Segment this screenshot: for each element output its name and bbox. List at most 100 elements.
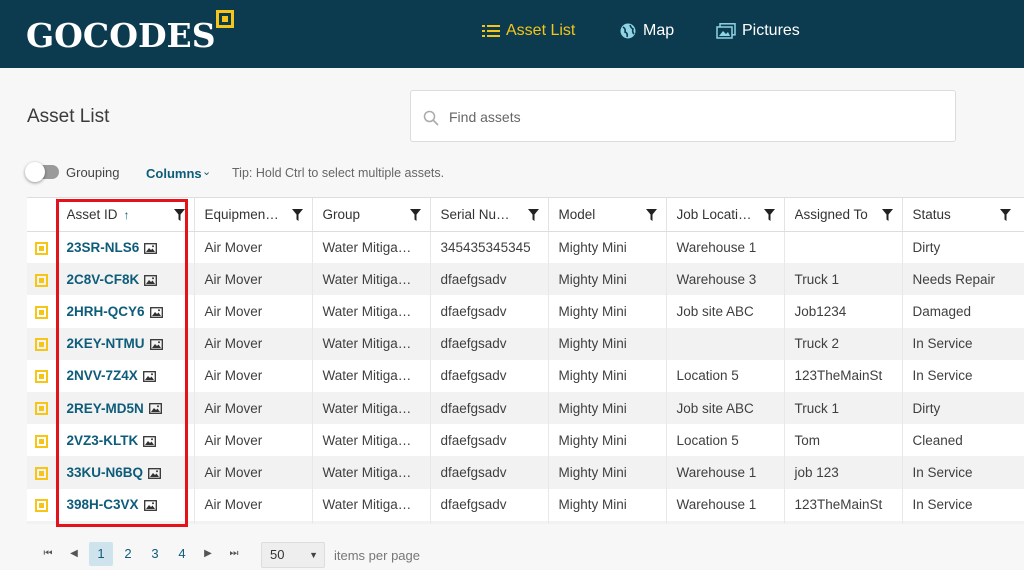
last-page-button[interactable]: ⏭ xyxy=(222,542,246,566)
header-model[interactable]: Model xyxy=(548,198,667,232)
row-select-cell[interactable] xyxy=(27,263,57,296)
filter-icon[interactable] xyxy=(763,209,775,221)
qr-tag-icon[interactable] xyxy=(34,305,48,319)
equipment-cell: Air Mover xyxy=(194,231,313,264)
row-select-cell[interactable] xyxy=(27,488,57,521)
row-select-cell[interactable] xyxy=(27,391,57,425)
status-cell: In Service xyxy=(902,456,1024,489)
filter-icon[interactable] xyxy=(645,209,657,221)
model-cell: Mighty Mini xyxy=(548,424,667,457)
chevron-down-icon[interactable]: ⌄ xyxy=(202,165,211,178)
search-input[interactable] xyxy=(449,105,929,129)
serial-number-cell: dfaefgsadv xyxy=(430,456,549,489)
qr-tag-icon[interactable] xyxy=(34,241,48,255)
model-cell: Mighty Mini xyxy=(548,327,667,360)
model-cell: XPOWER xyxy=(548,520,667,524)
header-assigned-to[interactable]: Assigned To xyxy=(784,198,903,232)
group-cell: Water Mitiga… xyxy=(312,327,431,360)
filter-icon[interactable] xyxy=(999,209,1011,221)
header-label: Group xyxy=(322,207,361,223)
row-select-cell[interactable] xyxy=(27,424,57,457)
page-button-3[interactable]: 3 xyxy=(143,542,167,566)
row-select-cell[interactable] xyxy=(27,327,57,360)
header-label: Equipmen… xyxy=(204,207,279,223)
search-icon xyxy=(423,110,439,126)
job-location-cell: Job site ABC xyxy=(666,391,785,425)
filter-icon[interactable] xyxy=(291,209,303,221)
qr-tag-icon[interactable] xyxy=(34,434,48,448)
qr-tag-icon[interactable] xyxy=(34,402,48,416)
serial-number-cell: 345435345345 xyxy=(430,231,549,264)
header-job-location[interactable]: Job Locati… xyxy=(666,198,785,232)
header-serial-number[interactable]: Serial Nu… xyxy=(430,198,549,232)
model-cell: Mighty Mini xyxy=(548,488,667,521)
page-button-4[interactable]: 4 xyxy=(170,542,194,566)
job-location-cell: Warehouse 1 xyxy=(666,456,785,489)
qr-tag-icon[interactable] xyxy=(34,338,48,352)
status-cell: In Service xyxy=(902,520,1024,524)
status-cell: Needs Repair xyxy=(902,263,1024,296)
header-label: Serial Nu… xyxy=(440,207,510,223)
serial-number-cell: dfaefgsadv xyxy=(430,263,549,296)
serial-number-cell: dfaefgsadv xyxy=(430,424,549,457)
equipment-cell: Air Mover xyxy=(194,424,313,457)
page-button-2[interactable]: 2 xyxy=(116,542,140,566)
grouping-label: Grouping xyxy=(66,165,120,180)
page-title: Asset List xyxy=(27,106,110,127)
nav-pictures[interactable]: Pictures xyxy=(716,22,800,40)
serial-number-cell: dfaefgsadv xyxy=(430,327,549,360)
asset-id-column-highlight xyxy=(56,199,188,527)
row-select-cell[interactable] xyxy=(27,295,57,328)
header-status[interactable]: Status xyxy=(902,198,1024,232)
filter-icon[interactable] xyxy=(527,209,539,221)
model-cell: Mighty Mini xyxy=(548,391,667,425)
assigned-to-cell: job 123 xyxy=(784,456,903,489)
nav-map[interactable]: Map xyxy=(619,22,674,40)
status-cell: Damaged xyxy=(902,295,1024,328)
header-label: Status xyxy=(912,207,951,223)
prev-page-button[interactable]: ◀ xyxy=(62,542,86,566)
assigned-to-cell: Truck 2 xyxy=(784,327,903,360)
header-equipment[interactable]: Equipmen… xyxy=(194,198,313,232)
grouping-toggle[interactable] xyxy=(25,162,59,182)
columns-dropdown-button[interactable]: Columns xyxy=(146,166,202,181)
pictures-icon xyxy=(716,23,736,39)
status-cell: In Service xyxy=(902,488,1024,521)
status-cell: In Service xyxy=(902,359,1024,392)
row-select-cell[interactable] xyxy=(27,456,57,489)
qr-tag-icon[interactable] xyxy=(34,499,48,513)
page-size-value: 50 xyxy=(270,547,285,562)
filter-icon[interactable] xyxy=(881,209,893,221)
group-cell: Water Mitiga… xyxy=(312,231,431,264)
gocodes-logo[interactable]: GOCODES xyxy=(26,10,234,56)
qr-tag-icon[interactable] xyxy=(34,370,48,384)
header-group[interactable]: Group xyxy=(312,198,431,232)
job-location-cell xyxy=(666,327,785,360)
items-per-page-label: items per page xyxy=(334,548,420,563)
assigned-to-cell: Truck 1 xyxy=(784,263,903,296)
equipment-cell: Air Mover xyxy=(194,391,313,425)
caret-down-icon: ▼ xyxy=(309,550,318,560)
row-select-cell[interactable] xyxy=(27,520,57,524)
group-cell: Water Mitiga… xyxy=(312,488,431,521)
equipment-cell: Air Mover xyxy=(194,327,313,360)
first-page-button[interactable]: ⏮ xyxy=(36,542,60,566)
status-cell: Dirty xyxy=(902,391,1024,425)
qr-tag-icon[interactable] xyxy=(34,466,48,480)
page-size-select[interactable]: 50 ▼ xyxy=(261,542,325,568)
nav-asset-list[interactable]: Asset List xyxy=(482,22,575,40)
serial-number-cell: dfaefgsadv xyxy=(430,295,549,328)
model-cell: Mighty Mini xyxy=(548,231,667,264)
row-select-cell[interactable] xyxy=(27,359,57,392)
row-select-cell[interactable] xyxy=(27,231,57,264)
list-icon xyxy=(482,25,500,37)
group-cell: Water Mitiga… xyxy=(312,391,431,425)
qr-tag-icon[interactable] xyxy=(34,273,48,287)
assigned-to-cell: Truck 1 xyxy=(784,391,903,425)
filter-icon[interactable] xyxy=(409,209,421,221)
header-label: Model xyxy=(558,207,596,223)
search-box[interactable] xyxy=(410,90,956,142)
page-button-1[interactable]: 1 xyxy=(89,542,113,566)
status-cell: In Service xyxy=(902,327,1024,360)
next-page-button[interactable]: ▶ xyxy=(196,542,220,566)
